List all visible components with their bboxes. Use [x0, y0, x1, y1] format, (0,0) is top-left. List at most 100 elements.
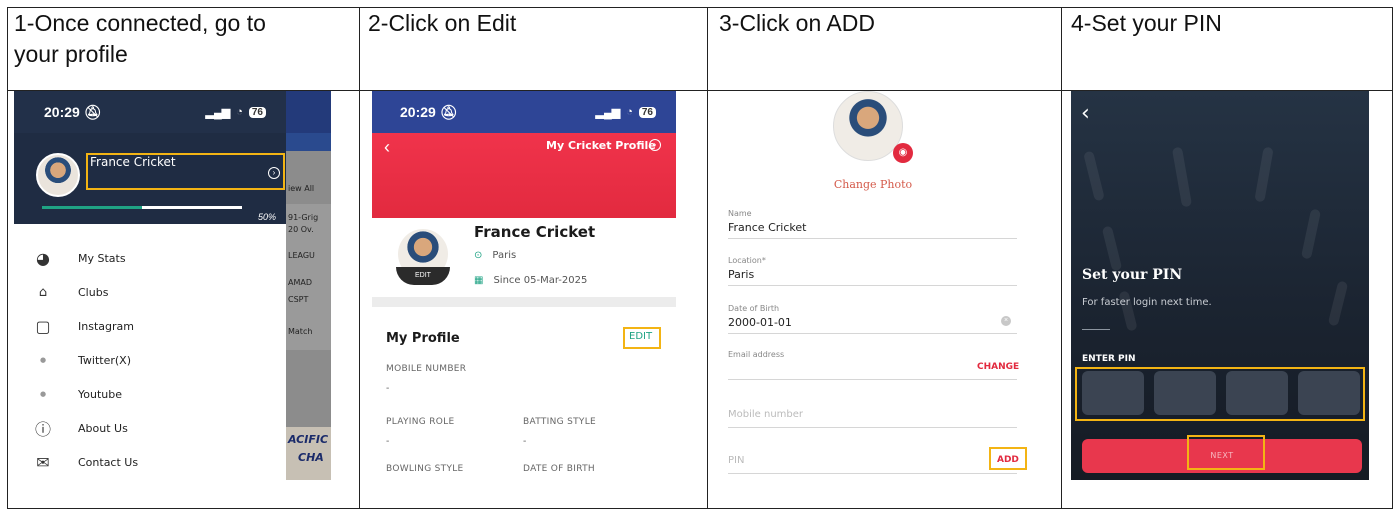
- highlight-edit: [623, 327, 661, 349]
- decorative-stripe: [1171, 146, 1193, 208]
- field-label: MOBILE NUMBER: [386, 364, 467, 374]
- highlight-pin-inputs: [1075, 367, 1365, 421]
- name-label: Name: [728, 209, 752, 218]
- input-underline: [728, 427, 1017, 428]
- signal-icon: ▂▄▆: [595, 106, 621, 119]
- menu-item-youtube[interactable]: ● Youtube: [14, 377, 286, 411]
- dob-label: Date of Birth: [728, 304, 780, 313]
- highlight-profile: [86, 153, 285, 190]
- twitter-icon: ●: [39, 356, 47, 364]
- input-underline: [728, 473, 1017, 474]
- clock: 20:29: [44, 103, 80, 120]
- dimmed-text: Match: [288, 327, 313, 336]
- email-label: Email address: [728, 350, 785, 359]
- menu-item-contact-us[interactable]: ✉ Contact Us: [14, 445, 286, 479]
- youtube-icon: ●: [39, 390, 47, 398]
- table-col-divider: [707, 7, 708, 509]
- dimmed-status-area: [286, 91, 331, 133]
- avatar-edit-tag[interactable]: EDIT: [396, 267, 450, 285]
- clubs-icon: ⌂: [38, 284, 48, 300]
- highlight-add: [989, 447, 1027, 470]
- battery-indicator: 76: [638, 106, 656, 118]
- instagram-icon: ▢: [35, 316, 51, 336]
- page-title: Set your PIN: [1082, 267, 1183, 283]
- dimmed-background-screen[interactable]: iew All 91-Grig 20 Ov. LEAGU AMAD CSPT M…: [286, 91, 331, 480]
- mail-icon: ✉: [36, 452, 50, 472]
- battery-indicator: 76: [248, 106, 266, 118]
- field-value: -: [523, 436, 527, 447]
- field-label: PLAYING ROLE: [386, 417, 455, 427]
- pin-input[interactable]: PIN: [728, 455, 744, 466]
- profile-progress-bar: [42, 206, 242, 209]
- field-value: -: [386, 383, 390, 394]
- table-col-divider: [1061, 7, 1062, 509]
- decorative-stripe: [1083, 150, 1105, 202]
- dimmed-text: LEAGU: [288, 251, 315, 260]
- stats-icon: ◕: [36, 248, 50, 268]
- menu-item-about-us[interactable]: ⓘ About Us: [14, 411, 286, 445]
- player-name: France Cricket: [474, 223, 596, 241]
- decorative-stripe: [1101, 225, 1123, 272]
- step-2-title: 2-Click on Edit: [368, 10, 517, 36]
- highlight-next: [1187, 435, 1265, 470]
- change-email-button[interactable]: CHANGE: [977, 362, 1019, 372]
- banner-text: CHA: [298, 451, 324, 464]
- player-location: ⊙ Paris: [474, 250, 517, 261]
- field-label: BOWLING STYLE: [386, 464, 464, 474]
- step-4-title: 4-Set your PIN: [1071, 10, 1222, 36]
- header-title: My Cricket Profile: [546, 139, 656, 152]
- change-photo-link[interactable]: Change Photo: [713, 178, 1033, 191]
- clock: 20:29: [400, 103, 436, 120]
- location-input[interactable]: Paris: [728, 268, 754, 281]
- section-title: My Profile: [386, 331, 460, 346]
- menu-item-instagram[interactable]: ▢ Instagram: [14, 309, 286, 343]
- dimmed-nav-area: [286, 133, 331, 151]
- clear-icon[interactable]: ×: [1001, 316, 1011, 326]
- step-3-title: 3-Click on ADD: [719, 10, 875, 36]
- banner-text: ACIFIC: [288, 433, 329, 446]
- field-label: DATE OF BIRTH: [523, 464, 595, 474]
- dimmed-text: 20 Ov.: [288, 225, 314, 234]
- screen-edit-profile: ◉ Change Photo Name France Cricket Locat…: [713, 91, 1045, 480]
- dimmed-text: 91-Grig: [288, 213, 319, 222]
- field-label: BATTING STYLE: [523, 417, 596, 427]
- profile-progress-label: 50%: [258, 212, 277, 222]
- mobile-input[interactable]: Mobile number: [728, 409, 803, 420]
- location-pin-icon: ⊙: [474, 250, 483, 261]
- input-underline: [728, 238, 1017, 239]
- view-all-link: iew All: [288, 184, 315, 193]
- signal-icon: ▂▄▆: [205, 106, 231, 119]
- chevron-right-icon[interactable]: ›: [649, 139, 661, 151]
- location-label: Location*: [728, 256, 766, 265]
- member-since: ▦ Since 05-Mar-2025: [474, 275, 588, 286]
- divider: [1082, 329, 1110, 330]
- page-subtitle: For faster login next time.: [1082, 297, 1212, 308]
- dob-input[interactable]: 2000-01-01: [728, 316, 792, 329]
- info-icon: ⓘ: [34, 420, 51, 439]
- status-bar: 20:29 🔕︎ ▂▄▆ ◔ 76: [372, 91, 676, 133]
- menu-item-twitter[interactable]: ● Twitter(X): [14, 343, 286, 377]
- dimmed-text: AMAD: [288, 278, 313, 287]
- dimmed-banner: ACIFIC CHA: [286, 427, 331, 480]
- table-col-divider: [359, 7, 360, 509]
- input-underline: [728, 379, 1017, 380]
- screen-side-menu: 20:29 🔕︎ ▂▄▆ ◔ 76 France Cricket › 50% ◕ My…: [14, 91, 286, 480]
- bell-off-icon: 🔕︎: [439, 103, 458, 120]
- camera-icon[interactable]: ◉: [893, 143, 913, 163]
- back-icon[interactable]: ‹: [384, 137, 390, 158]
- side-menu-list: ◕ My Stats ⌂ Clubs ▢ Instagram ● Twitter(X) …: [14, 241, 286, 479]
- back-icon[interactable]: ‹: [1081, 101, 1090, 126]
- decorative-stripe: [1300, 208, 1322, 260]
- profile-progress-fill: [42, 206, 142, 209]
- section-divider: [372, 297, 676, 307]
- decorative-stripe: [1254, 146, 1274, 203]
- enter-pin-label: ENTER PIN: [1082, 354, 1136, 364]
- dimmed-text: CSPT: [288, 295, 309, 304]
- wifi-icon: ◔: [236, 106, 243, 118]
- menu-item-my-stats[interactable]: ◕ My Stats: [14, 241, 286, 275]
- name-input[interactable]: France Cricket: [728, 221, 806, 234]
- wifi-icon: ◔: [626, 106, 633, 118]
- screen-set-pin: ‹ Set your PIN For faster login next tim…: [1071, 91, 1369, 480]
- menu-item-clubs[interactable]: ⌂ Clubs: [14, 275, 286, 309]
- avatar[interactable]: [36, 153, 80, 197]
